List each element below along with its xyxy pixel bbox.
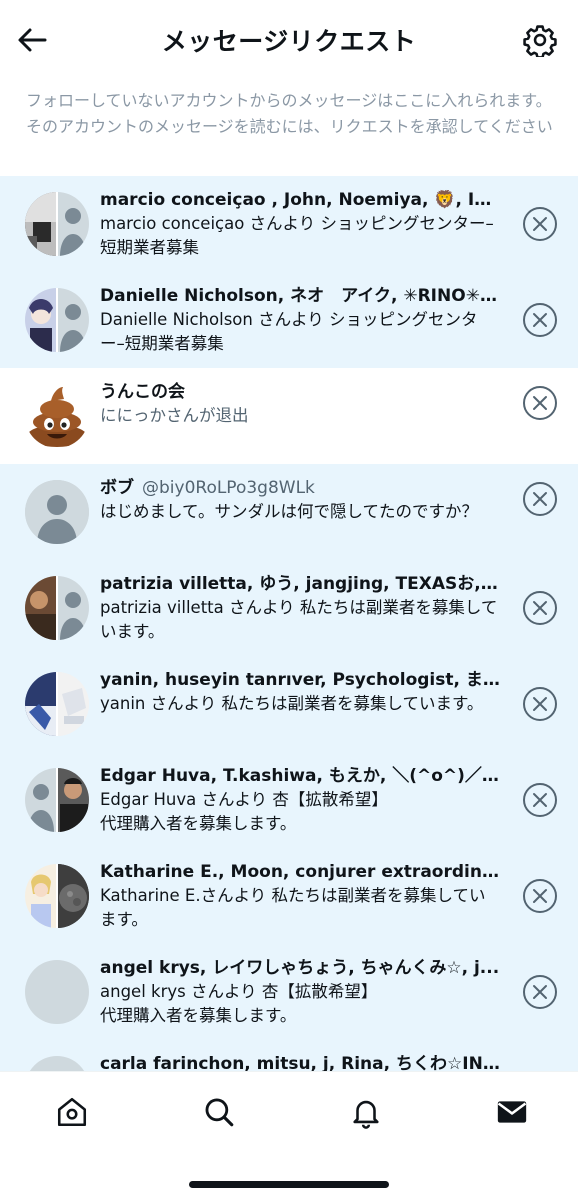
- mail-icon: [497, 1101, 527, 1123]
- dismiss-button[interactable]: [523, 207, 557, 241]
- request-row[interactable]: Katharine E., Moon, conjurer extraordina…: [0, 848, 578, 944]
- close-icon: [533, 601, 547, 615]
- group-avatar: [25, 288, 89, 352]
- request-preview: ににっかさんが退出: [100, 406, 249, 425]
- close-icon: [533, 697, 547, 711]
- dismiss-button[interactable]: [523, 386, 557, 420]
- group-avatar: [25, 672, 89, 736]
- dismiss-button[interactable]: [523, 975, 557, 1009]
- request-row[interactable]: ボブ @biy0RoLPo3g8WLk はじめまして。サンダルは何で隠してたのです…: [0, 464, 578, 560]
- group-avatar: [25, 192, 89, 256]
- request-title: ボブ @biy0RoLPo3g8WLk: [100, 476, 500, 500]
- poop-emoji-avatar: [25, 384, 89, 448]
- request-title: angel krys, レイワしゃちょう, ちゃんくみ☆, j...: [100, 958, 500, 978]
- tab-home[interactable]: [52, 1092, 92, 1132]
- request-row[interactable]: patrizia villetta, ゆう, jangjing, TEXASお,…: [0, 560, 578, 656]
- request-text: Danielle Nicholson, ネオ アイク, ✳RINO✳,... D…: [100, 284, 500, 356]
- request-row[interactable]: marcio conceiçao , John, Noemiya, 🦁, Ib.…: [0, 176, 578, 272]
- tab-notifications[interactable]: [346, 1092, 386, 1132]
- close-icon: [533, 793, 547, 807]
- bottom-tab-bar: [0, 1071, 578, 1200]
- request-text: ボブ @biy0RoLPo3g8WLk はじめまして。サンダルは何で隠してたのです…: [100, 476, 500, 524]
- request-title: marcio conceiçao , John, Noemiya, 🦁, Ib.…: [100, 190, 500, 210]
- home-indicator: [189, 1181, 389, 1188]
- close-icon: [533, 396, 547, 410]
- request-preview: Edgar Huva さんより 杏【拡散希望】: [100, 790, 388, 809]
- dismiss-button[interactable]: [523, 687, 557, 721]
- request-preview: yanin さんより 私たちは副業者を募集しています。: [100, 694, 484, 713]
- default-avatar: [25, 480, 89, 544]
- close-icon: [533, 985, 547, 999]
- request-row[interactable]: angel krys, レイワしゃちょう, ちゃんくみ☆, j... angel…: [0, 944, 578, 1040]
- close-icon: [533, 217, 547, 231]
- top-bar: メッセージリクエスト: [0, 0, 578, 80]
- request-row[interactable]: Danielle Nicholson, ネオ アイク, ✳RINO✳,... D…: [0, 272, 578, 368]
- request-title: yanin, huseyin tanrıver, Psychologist, ま…: [100, 670, 500, 690]
- blank-avatar: [25, 1056, 89, 1071]
- intro-text: フォローしていないアカウントからのメッセージはここに入れられます。そのアカウント…: [26, 91, 553, 136]
- dismiss-button[interactable]: [523, 591, 557, 625]
- page-title: メッセージリクエスト: [161, 27, 417, 56]
- group-avatar: [25, 768, 89, 832]
- request-row[interactable]: Edgar Huva, T.kashiwa, もえか, ＼(^o^)／,... …: [0, 752, 578, 848]
- request-text: angel krys, レイワしゃちょう, ちゃんくみ☆, j... angel…: [100, 956, 500, 1028]
- request-row[interactable]: うんこの会 ににっかさんが退出: [0, 368, 578, 464]
- tab-search[interactable]: [199, 1092, 239, 1132]
- dismiss-button[interactable]: [523, 783, 557, 817]
- request-text: うんこの会 ににっかさんが退出: [100, 380, 500, 428]
- request-preview: Danielle Nicholson さんより ショッピングセンター–短期業者募…: [100, 310, 478, 353]
- close-icon: [533, 492, 547, 506]
- request-title: Edgar Huva, T.kashiwa, もえか, ＼(^o^)／,...: [100, 766, 500, 786]
- bell-icon: [353, 1100, 379, 1129]
- close-icon: [533, 889, 547, 903]
- request-text: Edgar Huva, T.kashiwa, もえか, ＼(^o^)／,... …: [100, 764, 500, 836]
- request-preview: Katharine E.さんより 私たちは副業者を募集しています。: [100, 886, 486, 929]
- request-text: Katharine E., Moon, conjurer extraordina…: [100, 860, 500, 932]
- request-preview: angel krys さんより 杏【拡散希望】: [100, 982, 378, 1001]
- group-avatar: [25, 576, 89, 640]
- request-title: patrizia villetta, ゆう, jangjing, TEXASお,…: [100, 574, 500, 594]
- settings-button[interactable]: [520, 20, 560, 60]
- search-icon: [205, 1098, 234, 1127]
- request-text: patrizia villetta, ゆう, jangjing, TEXASお,…: [100, 572, 500, 644]
- request-title: Katharine E., Moon, conjurer extraordina…: [100, 862, 500, 882]
- request-text: marcio conceiçao , John, Noemiya, 🦁, Ib.…: [100, 188, 500, 260]
- dismiss-button[interactable]: [523, 879, 557, 913]
- request-title: Danielle Nicholson, ネオ アイク, ✳RINO✳,...: [100, 286, 500, 306]
- sender-name: ボブ: [100, 478, 134, 498]
- request-preview: はじめまして。サンダルは何で隠してたのですか？: [100, 502, 479, 521]
- request-row[interactable]: yanin, huseyin tanrıver, Psychologist, ま…: [0, 656, 578, 752]
- gear-icon: [523, 25, 557, 57]
- dismiss-button[interactable]: [523, 303, 557, 337]
- request-preview-line2: 代理購入者を募集します。: [100, 1006, 297, 1025]
- request-text: carla farinchon, mitsu, j, Rina, ちくわ☆IN.…: [100, 1052, 500, 1071]
- request-title: うんこの会: [100, 382, 185, 402]
- request-preview: patrizia villetta さんより 私たちは副業者を募集しています。: [100, 598, 498, 641]
- dismiss-button[interactable]: [523, 482, 557, 516]
- group-avatar: [25, 864, 89, 928]
- home-icon: [57, 1097, 87, 1127]
- request-preview-line2: 代理購入者を募集します。: [100, 814, 297, 833]
- close-icon: [533, 313, 547, 327]
- request-title: carla farinchon, mitsu, j, Rina, ちくわ☆IN.…: [100, 1054, 500, 1071]
- request-preview: marcio conceiçao さんより ショッピングセンター–短期業者募集: [100, 214, 494, 257]
- blank-avatar: [25, 960, 89, 1024]
- tab-messages[interactable]: [492, 1092, 532, 1132]
- request-text: yanin, huseyin tanrıver, Psychologist, ま…: [100, 668, 500, 716]
- request-row[interactable]: carla farinchon, mitsu, j, Rina, ちくわ☆IN.…: [0, 1040, 578, 1071]
- message-request-list: marcio conceiçao , John, Noemiya, 🦁, Ib.…: [0, 176, 578, 1071]
- sender-handle: @biy0RoLPo3g8WLk: [142, 478, 315, 498]
